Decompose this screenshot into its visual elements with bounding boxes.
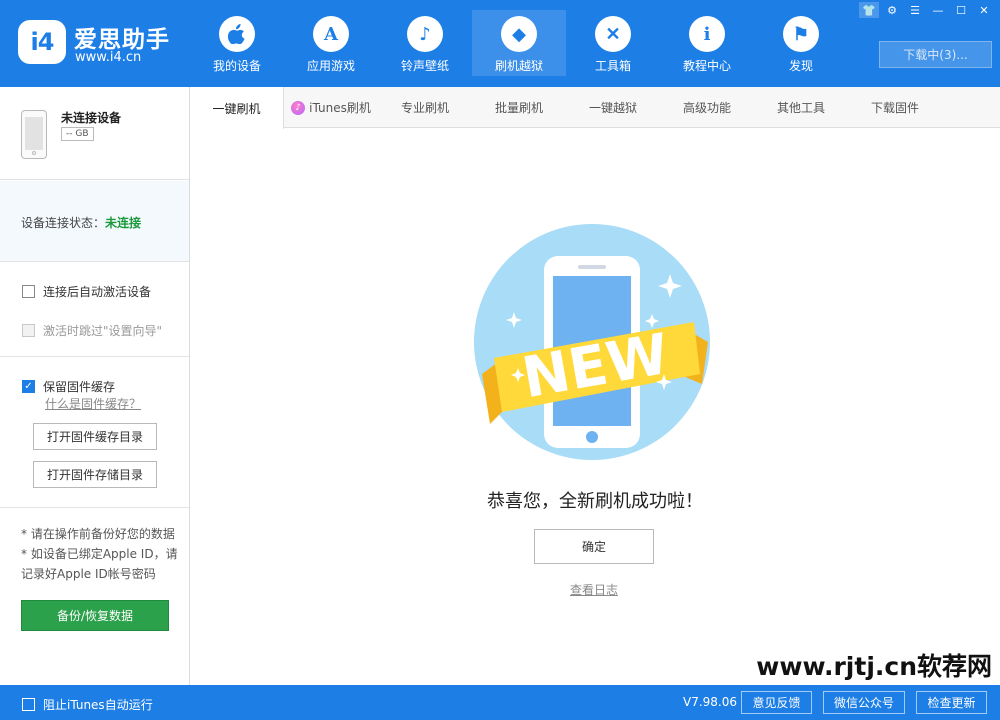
- tab-itunes-flash[interactable]: ♪ iTunes刷机: [284, 87, 378, 128]
- device-name: 未连接设备: [61, 111, 122, 125]
- checkbox-box[interactable]: [22, 698, 35, 711]
- tab-bar: 一键刷机 ♪ iTunes刷机 专业刷机 批量刷机 一键越狱 高级功能 其他工具 …: [190, 87, 1000, 129]
- connection-status-panel: 设备连接状态：未连接: [0, 181, 189, 262]
- backup-restore-button[interactable]: 备份/恢复数据: [21, 600, 169, 631]
- version-label: V7.98.06: [683, 695, 738, 709]
- divider: [0, 507, 189, 508]
- download-button[interactable]: 下载中(3)...: [879, 41, 992, 68]
- new-phone-illustration: NEW: [474, 224, 710, 460]
- tab-advanced[interactable]: 高级功能: [660, 87, 754, 128]
- phone-icon: [21, 110, 47, 159]
- checkbox-box: [22, 324, 35, 337]
- keep-cache-checkbox[interactable]: ✓ 保留固件缓存: [22, 378, 115, 395]
- logo-badge: i4: [18, 20, 66, 64]
- tab-batch-flash[interactable]: 批量刷机: [472, 87, 566, 128]
- tab-jailbreak[interactable]: 一键越狱: [566, 87, 660, 128]
- flag-icon: ⚑: [783, 16, 819, 52]
- open-cache-dir-button[interactable]: 打开固件缓存目录: [33, 423, 157, 450]
- status-value: 未连接: [105, 216, 142, 230]
- skip-setup-checkbox: 激活时跳过"设置向导": [22, 322, 162, 339]
- app-name: 爱思助手: [74, 27, 170, 53]
- connection-status: 设备连接状态：未连接: [21, 216, 142, 230]
- tools-icon: ✕: [595, 16, 631, 52]
- close-icon[interactable]: ✕: [974, 2, 994, 18]
- skin-icon[interactable]: 👕: [859, 2, 879, 18]
- info-icon: i: [689, 16, 725, 52]
- auto-activate-checkbox[interactable]: 连接后自动激活设备: [22, 283, 151, 300]
- minimize-icon[interactable]: —: [928, 2, 948, 18]
- menu-icon[interactable]: ☰: [905, 2, 925, 18]
- tab-other-tools[interactable]: 其他工具: [754, 87, 848, 128]
- view-log-link[interactable]: 查看日志: [190, 581, 998, 598]
- app-logo: i4 爱思助手 www.i4.cn: [18, 18, 178, 68]
- nav-ringtones[interactable]: ♪ 铃声壁纸: [378, 10, 472, 76]
- nav-my-device[interactable]: 我的设备: [190, 10, 284, 76]
- tab-download-firmware[interactable]: 下载固件: [848, 87, 942, 128]
- check-update-button[interactable]: 检查更新: [916, 691, 987, 714]
- notes: * 请在操作前备份好您的数据 * 如设备已绑定Apple ID，请记录好Appl…: [21, 527, 178, 581]
- nav-discover[interactable]: ⚑ 发现: [754, 10, 848, 76]
- success-message: 恭喜您，全新刷机成功啦！: [487, 491, 703, 512]
- music-icon: ♪: [407, 16, 443, 52]
- nav-flash-jailbreak[interactable]: ◆ 刷机越狱: [472, 10, 566, 76]
- maximize-icon[interactable]: ☐: [951, 2, 971, 18]
- top-header: i4 爱思助手 www.i4.cn 我的设备 A 应用游戏 ♪ 铃声壁纸 ◆ 刷…: [0, 0, 1000, 87]
- checkmark-icon[interactable]: ✓: [22, 380, 35, 393]
- main-content: NEW 恭喜您，全新刷机成功啦！ 确定 查看日志 www.rjtj.cn软荐网: [190, 129, 1000, 685]
- itunes-icon: ♪: [291, 100, 306, 115]
- tab-one-click-flash[interactable]: 一键刷机: [190, 87, 284, 129]
- sidebar: 未连接设备 -- GB 设备连接状态：未连接 连接后自动激活设备 激活时跳过"设…: [0, 87, 190, 685]
- wechat-button[interactable]: 微信公众号: [823, 691, 905, 714]
- confirm-button[interactable]: 确定: [534, 529, 654, 564]
- block-itunes-checkbox[interactable]: 阻止iTunes自动运行: [22, 696, 153, 713]
- window-controls: 👕 ⚙ ☰ — ☐ ✕: [856, 2, 994, 18]
- settings-icon[interactable]: ⚙: [882, 2, 902, 18]
- device-panel: 未连接设备 -- GB: [0, 87, 189, 180]
- nav-tutorials[interactable]: i 教程中心: [660, 10, 754, 76]
- app-url: www.i4.cn: [75, 50, 142, 65]
- tab-pro-flash[interactable]: 专业刷机: [378, 87, 472, 128]
- nav-toolbox[interactable]: ✕ 工具箱: [566, 10, 660, 76]
- status-bar: 阻止iTunes自动运行 V7.98.06 意见反馈 微信公众号 检查更新: [0, 685, 1000, 720]
- what-is-cache-link[interactable]: 什么是固件缓存？: [45, 395, 141, 412]
- app-store-icon: A: [313, 16, 349, 52]
- feedback-button[interactable]: 意见反馈: [741, 691, 812, 714]
- divider: [0, 356, 189, 357]
- dropbox-icon: ◆: [501, 16, 537, 52]
- watermark: www.rjtj.cn软荐网: [756, 652, 992, 681]
- checkbox-box[interactable]: [22, 285, 35, 298]
- open-storage-dir-button[interactable]: 打开固件存储目录: [33, 461, 157, 488]
- nav-apps-games[interactable]: A 应用游戏: [284, 10, 378, 76]
- main-nav: 我的设备 A 应用游戏 ♪ 铃声壁纸 ◆ 刷机越狱 ✕ 工具箱 i 教程中心 ⚑…: [190, 10, 848, 76]
- device-capacity: -- GB: [61, 127, 94, 141]
- apple-icon: [219, 16, 255, 52]
